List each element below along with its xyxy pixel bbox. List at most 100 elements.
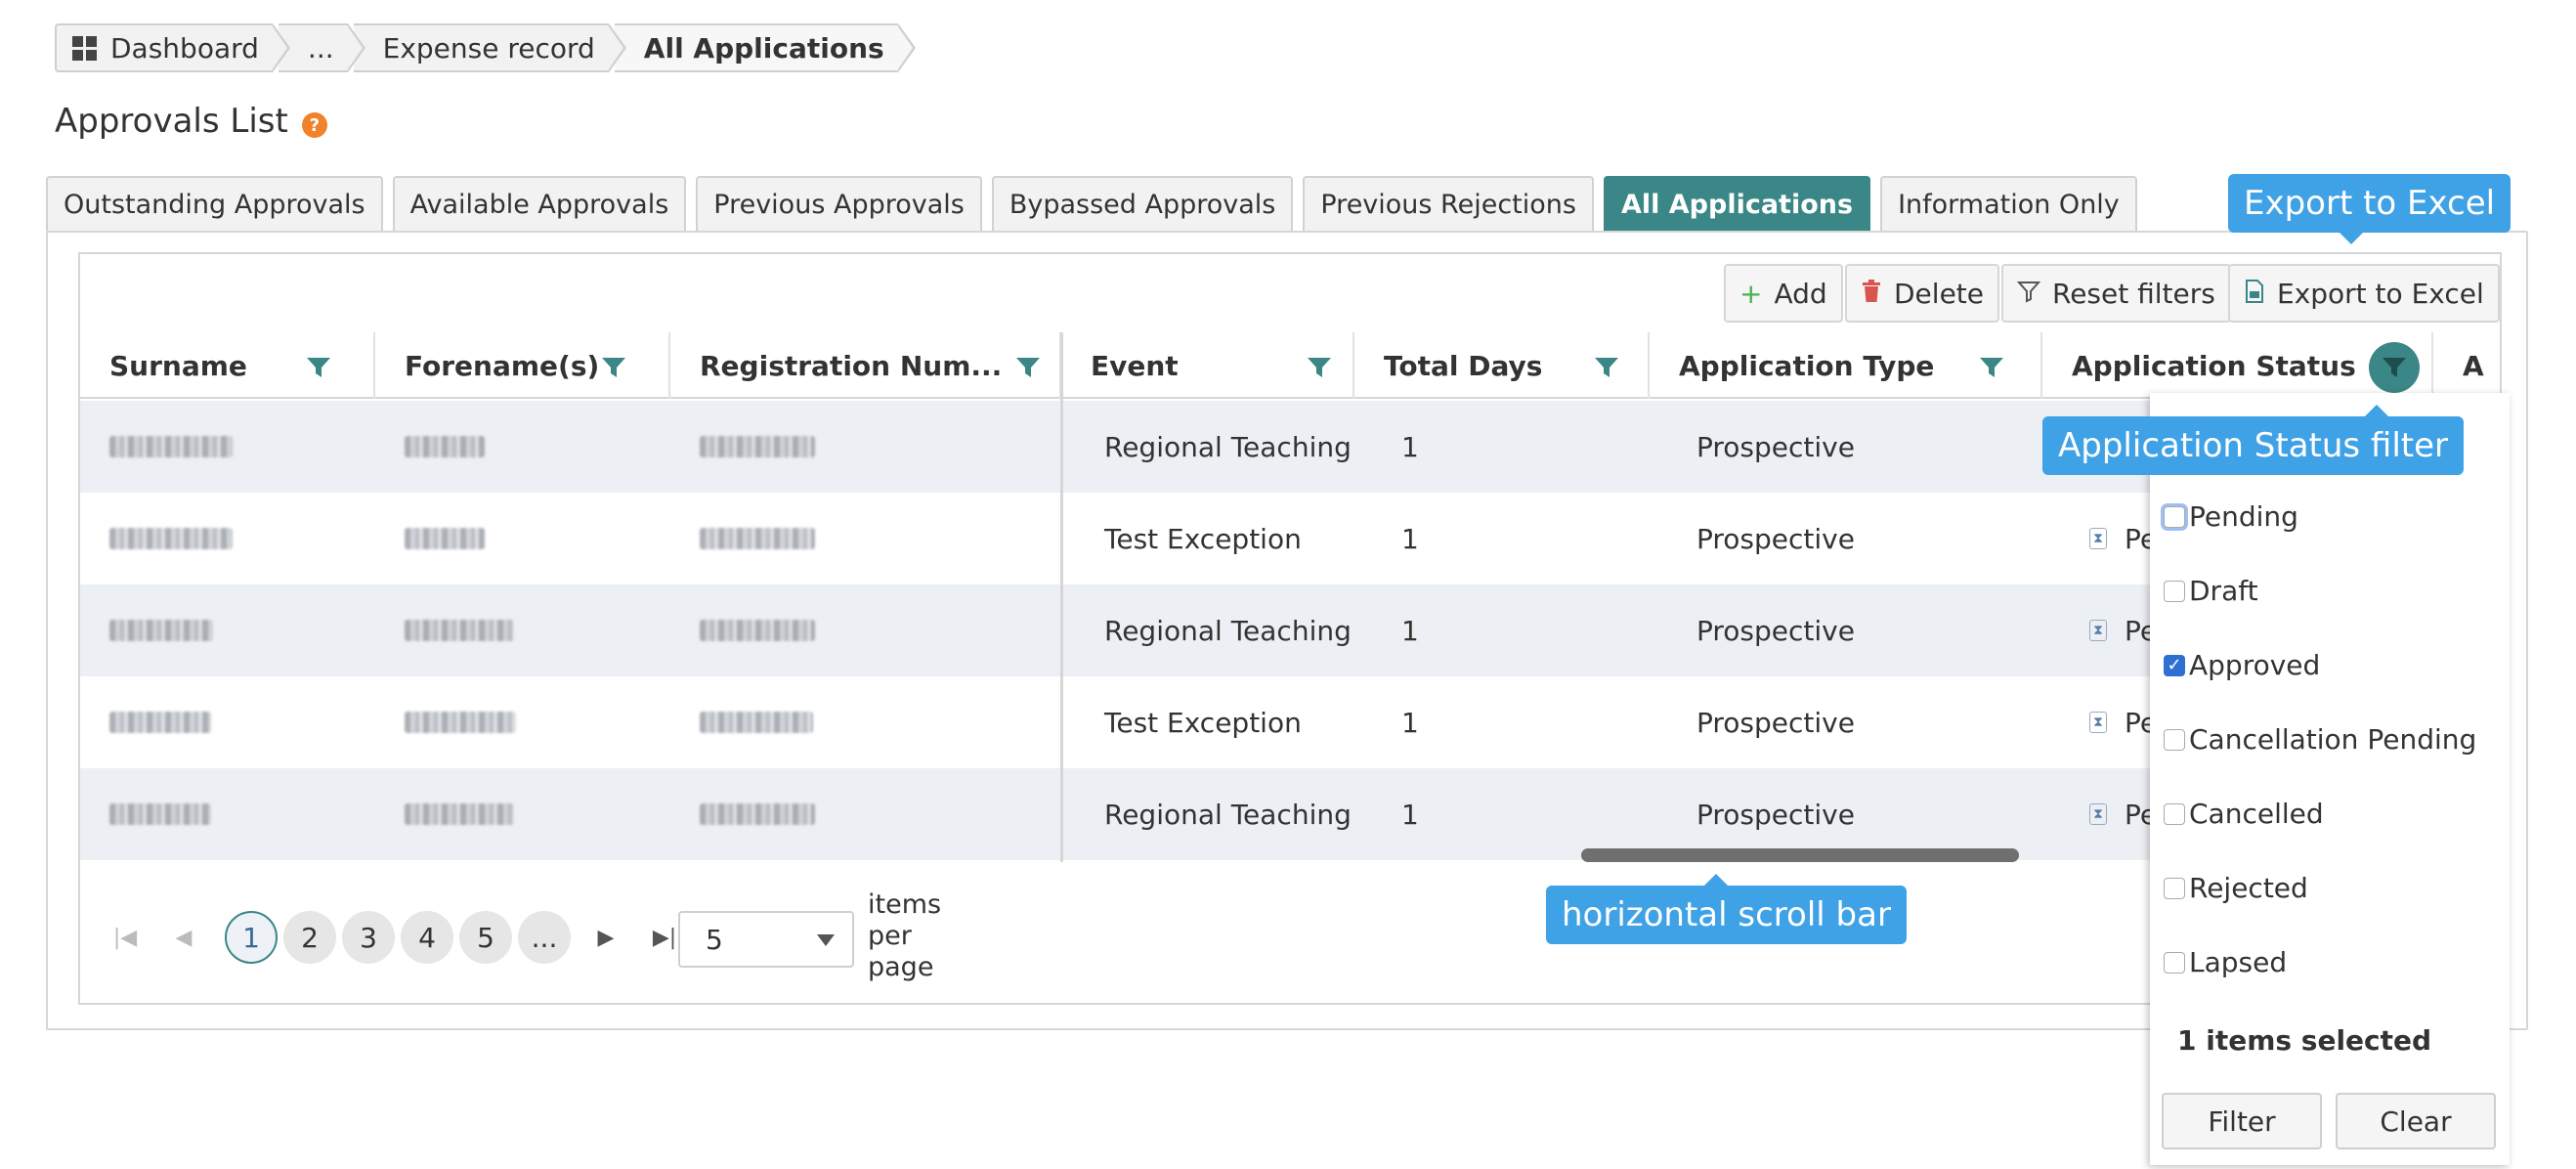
tab-previous-approvals[interactable]: Previous Approvals (696, 176, 982, 231)
filter-option-cancelled[interactable]: Cancelled (2164, 798, 2324, 830)
page-button-2[interactable]: 2 (283, 911, 336, 964)
redacted-text (700, 436, 815, 457)
event-cell: Regional Teaching (1104, 430, 1352, 463)
previous-page-icon[interactable]: ◀ (166, 926, 201, 950)
breadcrumb-expense-record[interactable]: Expense record (353, 23, 626, 72)
page-button-3[interactable]: 3 (342, 911, 395, 964)
filter-option-draft[interactable]: Draft (2164, 575, 2258, 607)
surname-cell (109, 493, 233, 584)
tab-information-only[interactable]: Information Only (1880, 176, 2137, 231)
callout-text: Export to Excel (2244, 184, 2496, 223)
callout-application-status-filter: Application Status filter (2042, 405, 2465, 475)
funnel-icon[interactable] (1306, 354, 1333, 381)
breadcrumb-dashboard[interactable]: Dashboard (55, 23, 290, 72)
column-title: A (2463, 349, 2484, 382)
chevron-down-icon (817, 934, 835, 946)
funnel-icon[interactable] (1978, 354, 2005, 381)
breadcrumb-label: ... (307, 31, 334, 65)
callout-text: horizontal scroll bar (1562, 895, 1891, 934)
hourglass-icon: ⧗ (2089, 620, 2107, 641)
column-header-application-type[interactable]: Application Type (1650, 332, 2042, 399)
checkbox[interactable] (2164, 802, 2185, 825)
tab-outstanding-approvals[interactable]: Outstanding Approvals (46, 176, 383, 231)
tab-previous-rejections[interactable]: Previous Rejections (1303, 176, 1594, 231)
redacted-text (109, 803, 211, 825)
filter-button[interactable]: Filter (2162, 1093, 2322, 1149)
tab-all-applications[interactable]: All Applications (1603, 176, 1871, 231)
breadcrumb-label: Dashboard (110, 31, 259, 65)
registration-cell (700, 676, 813, 768)
table-row[interactable]: Test Exception 1 Prospective ⧗ Pe (80, 493, 2500, 584)
filter-option-lapsed[interactable]: Lapsed (2164, 946, 2287, 978)
column-header-surname[interactable]: Surname (80, 332, 375, 399)
forenames-cell (405, 493, 485, 584)
tab-available-approvals[interactable]: Available Approvals (392, 176, 687, 231)
checkbox[interactable] (2164, 505, 2185, 528)
page-button-1[interactable]: 1 (225, 911, 278, 964)
checkbox[interactable] (2164, 580, 2185, 602)
column-header-event[interactable]: Event (1061, 332, 1354, 399)
page-size-select[interactable]: 5 (678, 911, 854, 968)
tab-bypassed-approvals[interactable]: Bypassed Approvals (991, 176, 1294, 231)
selected-count: 1 items selected (2177, 1024, 2432, 1057)
funnel-icon[interactable] (1014, 354, 1042, 381)
redacted-text (700, 803, 815, 825)
table-row[interactable]: Regional Teaching 1 Prospective ⧗ Pe (80, 768, 2500, 860)
funnel-icon[interactable] (305, 354, 332, 381)
redacted-text (405, 803, 514, 825)
redacted-text (109, 528, 233, 549)
page-button-5[interactable]: 5 (459, 911, 512, 964)
page-title-text: Approvals List (55, 102, 288, 141)
registration-cell (700, 584, 815, 676)
hourglass-icon: ⧗ (2089, 712, 2107, 733)
breadcrumb-label: Expense record (382, 31, 595, 65)
breadcrumb-current: All Applications (614, 23, 916, 72)
filter-option-cancellation-pending[interactable]: Cancellation Pending (2164, 723, 2476, 756)
checkbox-checked[interactable]: ✓ (2164, 654, 2185, 676)
redacted-text (109, 436, 233, 457)
filter-option-pending[interactable]: Pending (2164, 500, 2298, 533)
pager: |◀ ◀ 1 2 3 4 5 ... ▶ ▶| (107, 911, 706, 964)
checkbox[interactable] (2164, 877, 2185, 899)
help-icon[interactable]: ? (301, 112, 327, 138)
funnel-icon[interactable] (600, 354, 627, 381)
page-button-4[interactable]: 4 (401, 911, 453, 964)
application-type-cell: Prospective (1696, 798, 1855, 831)
horizontal-scrollbar[interactable] (1581, 848, 2019, 862)
application-status-filter-button[interactable] (2369, 342, 2420, 393)
funnel-icon[interactable] (1593, 354, 1620, 381)
registration-cell (700, 401, 815, 493)
export-excel-button[interactable]: Export to Excel (2228, 264, 2500, 323)
page-size-value: 5 (706, 923, 723, 956)
column-header-registration-number[interactable]: Registration Num... (670, 332, 1061, 399)
surname-cell (109, 676, 211, 768)
column-header-next[interactable]: A (2433, 332, 2500, 399)
add-button[interactable]: + Add (1724, 264, 1843, 323)
clear-button[interactable]: Clear (2336, 1093, 2496, 1149)
page-button-more[interactable]: ... (518, 911, 571, 964)
table-row[interactable]: Test Exception 1 Prospective ⧗ Pe (80, 676, 2500, 768)
table-row[interactable]: Regional Teaching 1 Prospective ⧗ Pe (80, 584, 2500, 676)
last-page-icon[interactable]: ▶| (647, 926, 682, 950)
total-days-cell: 1 (1401, 706, 1419, 739)
event-cell: Regional Teaching (1104, 798, 1352, 831)
first-page-icon[interactable]: |◀ (107, 926, 143, 950)
grid-header: Surname Forename(s) Registration Num... … (80, 332, 2500, 399)
next-page-icon[interactable]: ▶ (588, 926, 623, 950)
checkbox[interactable] (2164, 951, 2185, 974)
option-label: Rejected (2189, 872, 2308, 904)
option-label: Approved (2189, 649, 2321, 681)
event-cell: Test Exception (1104, 522, 1302, 555)
filter-option-approved[interactable]: ✓ Approved (2164, 649, 2320, 681)
event-cell: Regional Teaching (1104, 614, 1352, 647)
option-label: Cancelled (2189, 798, 2324, 830)
breadcrumb-label: All Applications (643, 31, 884, 65)
checkbox[interactable] (2164, 728, 2185, 751)
column-header-total-days[interactable]: Total Days (1354, 332, 1650, 399)
reset-filters-button[interactable]: Reset filters (2001, 264, 2231, 323)
column-header-forenames[interactable]: Forename(s) (375, 332, 670, 399)
plus-icon: + (1739, 277, 1763, 310)
delete-button[interactable]: Delete (1845, 264, 1999, 323)
option-label: Draft (2189, 575, 2258, 607)
filter-option-rejected[interactable]: Rejected (2164, 872, 2308, 904)
